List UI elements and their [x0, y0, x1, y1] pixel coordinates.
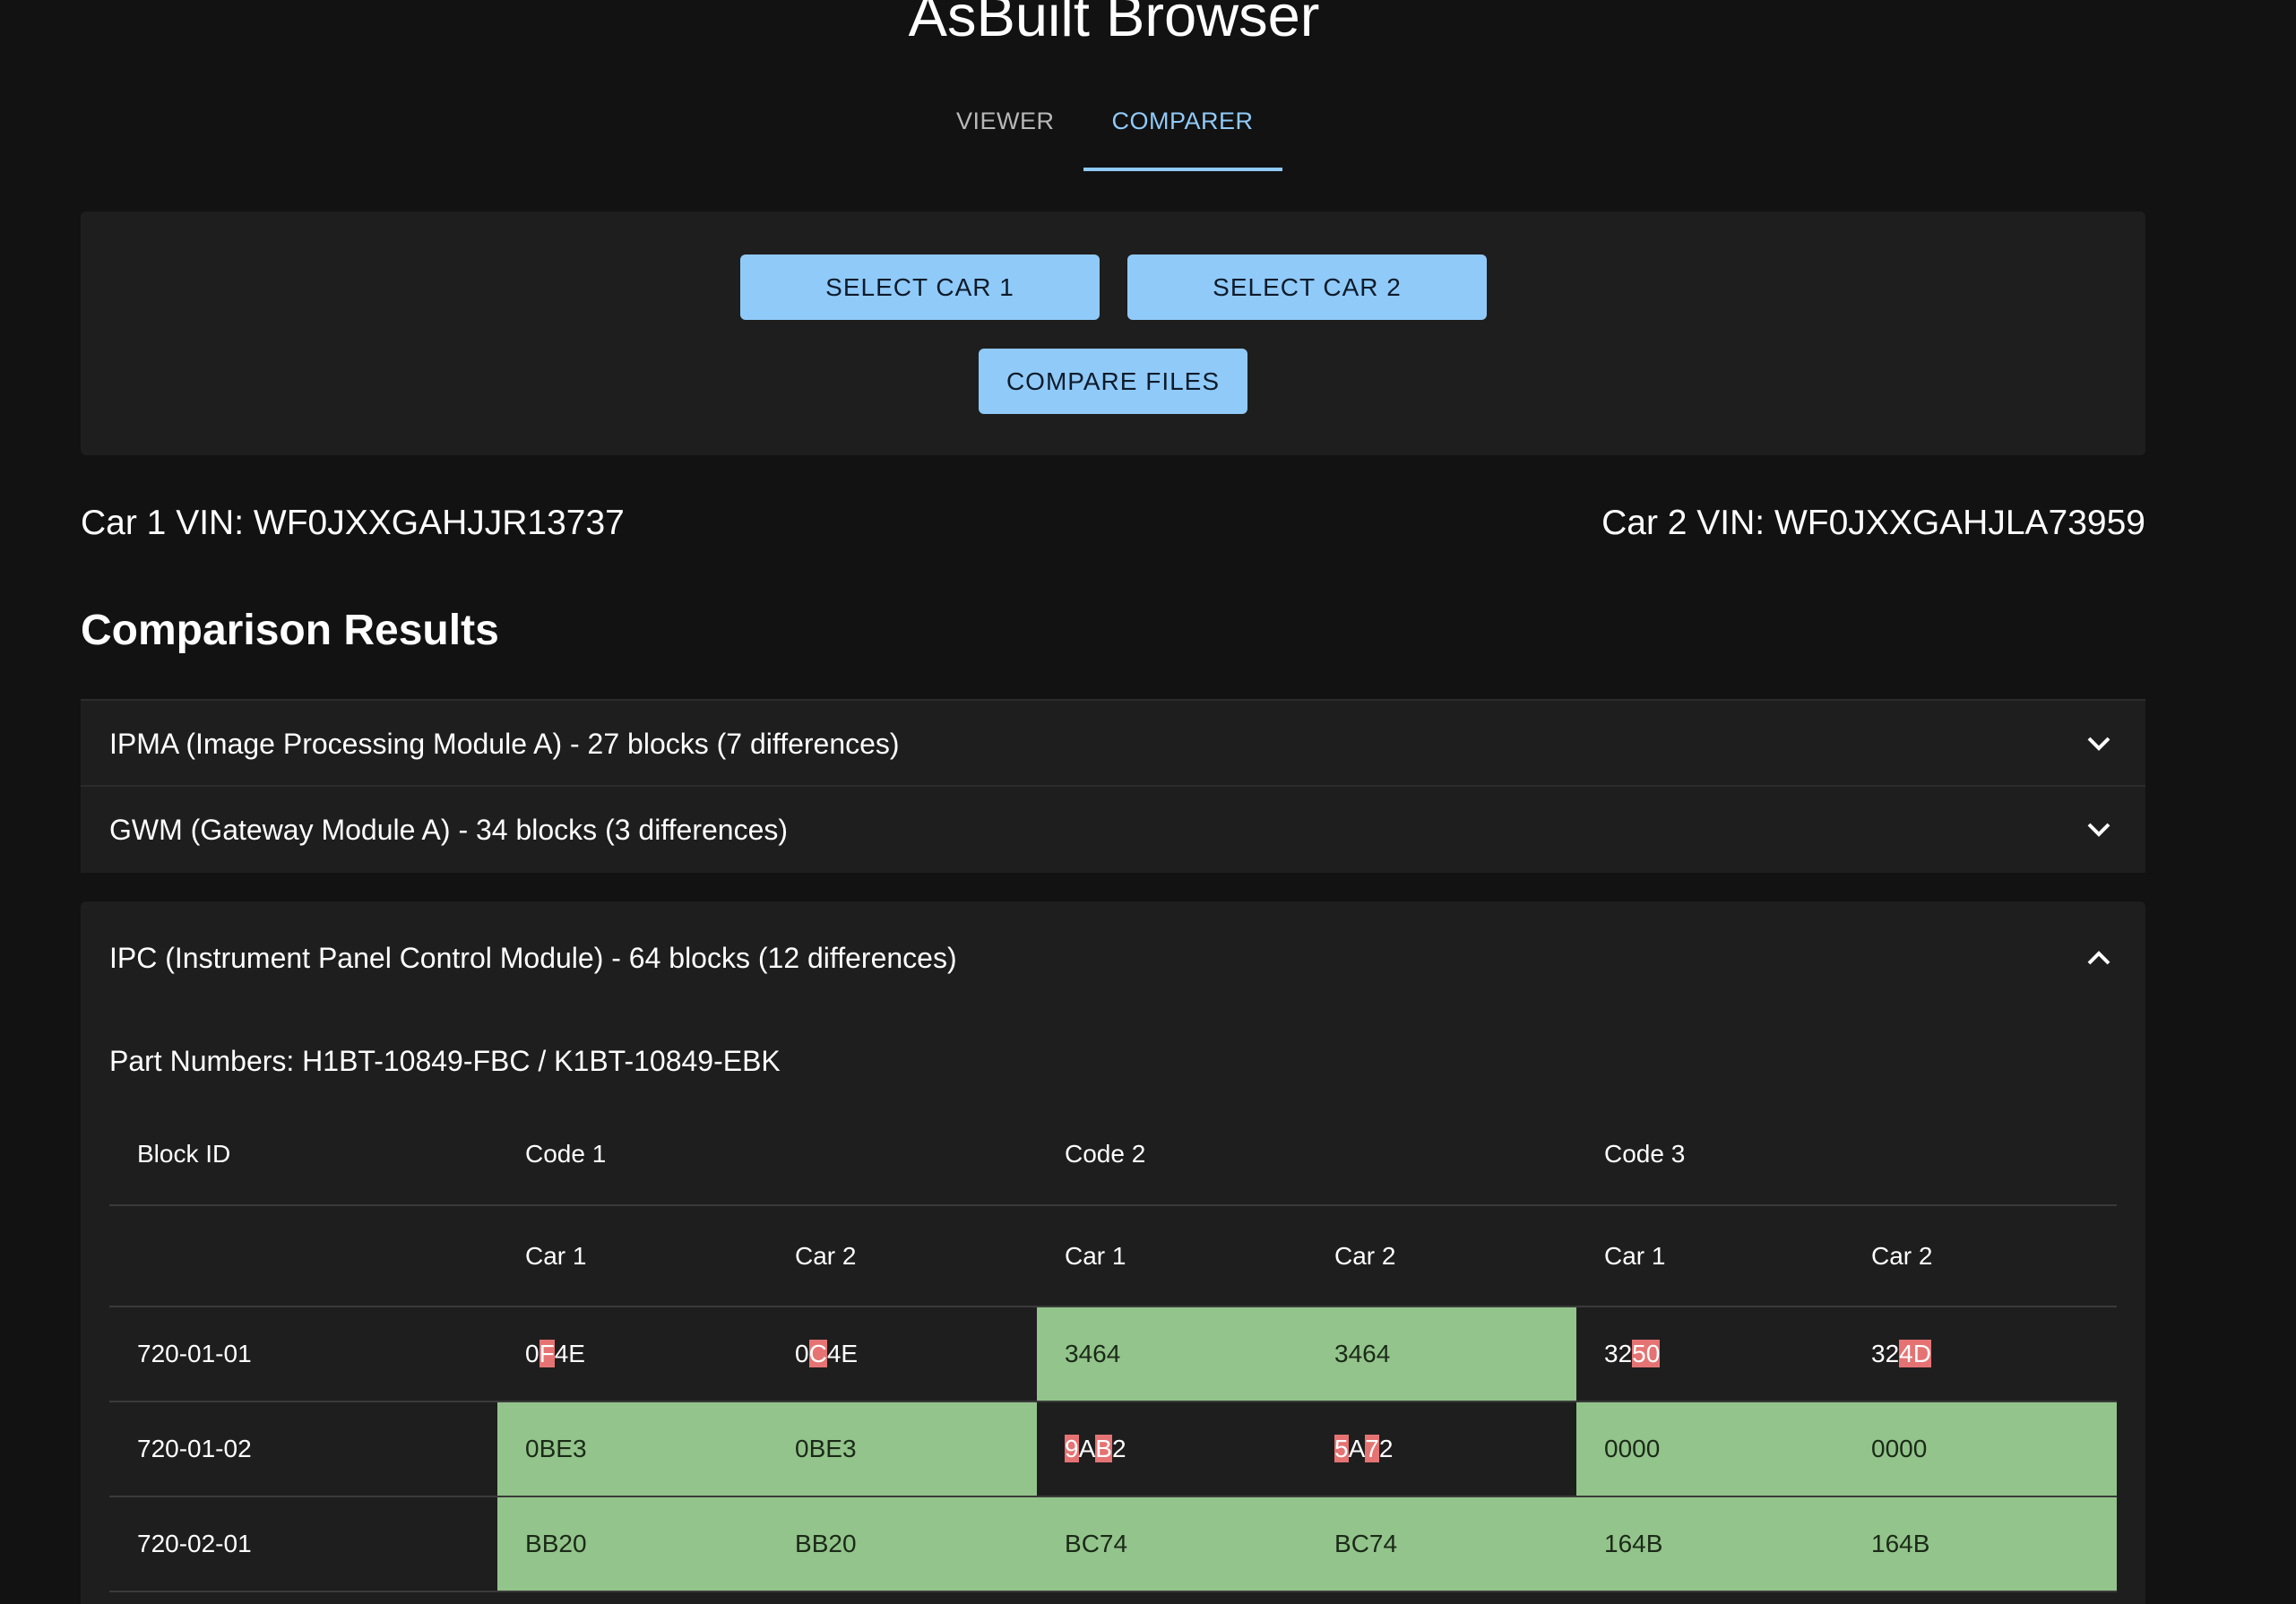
column-header: [109, 1205, 497, 1307]
chevron-down-icon: [2081, 812, 2117, 848]
column-header: Code 1: [497, 1104, 1037, 1206]
app-title: AsBuilt Browser: [908, 0, 1320, 48]
diff-char: 9: [1065, 1435, 1079, 1462]
diff-char: D: [1912, 1340, 1931, 1367]
code-cell: BC74: [1307, 1496, 1576, 1592]
code-cell: 3250: [1576, 1306, 1843, 1402]
car-1-vin: Car 1 VIN: WF0JXXGAHJJR13737: [81, 504, 625, 542]
block-id-cell: 720-01-02: [109, 1401, 497, 1497]
table-header-row: Block ID Code 1 Code 2 Code 3: [109, 1104, 2117, 1206]
diff-char: 7: [1365, 1435, 1379, 1462]
module-label: GWM (Gateway Module A) - 34 blocks (3 di…: [109, 813, 789, 846]
tab-bar: VIEWER COMPARER: [928, 97, 1282, 171]
code-cell: BB20: [767, 1496, 1037, 1592]
diff-char: 5: [1632, 1340, 1646, 1367]
block-id-cell: 720-02-01: [109, 1496, 497, 1592]
table-row: 720-01-02 0BE3 0BE3 9AB2 5A72 0000 0000: [109, 1401, 2117, 1497]
code-cell: 3464: [1307, 1306, 1576, 1402]
module-label: IPC (Instrument Panel Control Module) - …: [109, 941, 957, 974]
comparison-results-heading: Comparison Results: [81, 607, 499, 654]
diff-char: 4: [1899, 1340, 1913, 1367]
diff-char: B: [1095, 1435, 1112, 1462]
accordion-header[interactable]: GWM (Gateway Module A) - 34 blocks (3 di…: [81, 787, 2145, 873]
diff-char: 0: [1645, 1340, 1661, 1367]
column-header: Car 2: [1843, 1205, 2117, 1307]
column-header: Code 3: [1576, 1104, 2117, 1206]
table-body: 720-01-01 0F4E 0C4E 3464 3464 3250 324D 720-01-…: [109, 1306, 2117, 1592]
code-cell: 0C4E: [767, 1306, 1037, 1402]
module-accordion-gwm: GWM (Gateway Module A) - 34 blocks (3 di…: [81, 785, 2145, 873]
compare-files-button[interactable]: COMPARE FILES: [979, 349, 1247, 414]
car-2-vin: Car 2 VIN: WF0JXXGAHJLA73959: [1601, 504, 2145, 542]
code-cell: 0F4E: [497, 1306, 767, 1402]
code-cell: BB20: [497, 1496, 767, 1592]
column-header: Car 1: [1037, 1205, 1307, 1307]
file-selection-panel: SELECT CAR 1 SELECT CAR 2 COMPARE FILES: [81, 211, 2145, 455]
code-cell: 0BE3: [497, 1401, 767, 1497]
column-header: Code 2: [1037, 1104, 1576, 1206]
column-header: Car 2: [767, 1205, 1037, 1307]
code-cell: BC74: [1037, 1496, 1307, 1592]
chevron-up-icon: [2081, 940, 2117, 976]
code-cell: 3464: [1037, 1306, 1307, 1402]
table-row: 720-02-01 BB20 BB20 BC74 BC74 164B 164B: [109, 1496, 2117, 1592]
module-accordion-ipma: IPMA (Image Processing Module A) - 27 bl…: [81, 699, 2145, 787]
table-subheader-row: Car 1 Car 2 Car 1 Car 2 Car 1 Car 2: [109, 1205, 2117, 1307]
code-cell: 324D: [1843, 1306, 2117, 1402]
accordion-header[interactable]: IPMA (Image Processing Module A) - 27 bl…: [81, 701, 2145, 787]
code-cell: 5A72: [1307, 1401, 1576, 1497]
table-row: 720-01-01 0F4E 0C4E 3464 3464 3250 324D: [109, 1306, 2117, 1402]
chevron-down-icon: [2081, 726, 2117, 762]
block-id-cell: 720-01-01: [109, 1306, 497, 1402]
app-root: AsBuilt Browser VIEWER COMPARER SELECT C…: [0, 0, 2296, 1604]
select-car-1-button[interactable]: SELECT CAR 1: [740, 254, 1100, 320]
tab-viewer[interactable]: VIEWER: [928, 97, 1083, 171]
column-header: Car 1: [1576, 1205, 1843, 1307]
column-header: Car 1: [497, 1205, 767, 1307]
code-cell: 9AB2: [1037, 1401, 1307, 1497]
select-car-2-button[interactable]: SELECT CAR 2: [1127, 254, 1487, 320]
part-numbers: Part Numbers: H1BT-10849-FBC / K1BT-1084…: [109, 1045, 781, 1077]
column-header: Car 2: [1307, 1205, 1576, 1307]
diff-char: F: [539, 1340, 555, 1367]
code-cell: 0BE3: [767, 1401, 1037, 1497]
column-header: Block ID: [109, 1104, 497, 1206]
code-cell: 164B: [1576, 1496, 1843, 1592]
accordion-header[interactable]: IPC (Instrument Panel Control Module) - …: [81, 901, 2145, 1014]
code-cell: 0000: [1843, 1401, 2117, 1497]
code-cell: 0000: [1576, 1401, 1843, 1497]
tab-comparer[interactable]: COMPARER: [1083, 97, 1282, 171]
comparison-table: Block ID Code 1 Code 2 Code 3 Car 1 Car …: [109, 1104, 2117, 1592]
diff-char: 5: [1334, 1435, 1349, 1462]
module-accordion-ipc: IPC (Instrument Panel Control Module) - …: [81, 901, 2145, 1604]
diff-char: C: [808, 1340, 827, 1367]
module-label: IPMA (Image Processing Module A) - 27 bl…: [109, 727, 900, 760]
code-cell: 164B: [1843, 1496, 2117, 1592]
